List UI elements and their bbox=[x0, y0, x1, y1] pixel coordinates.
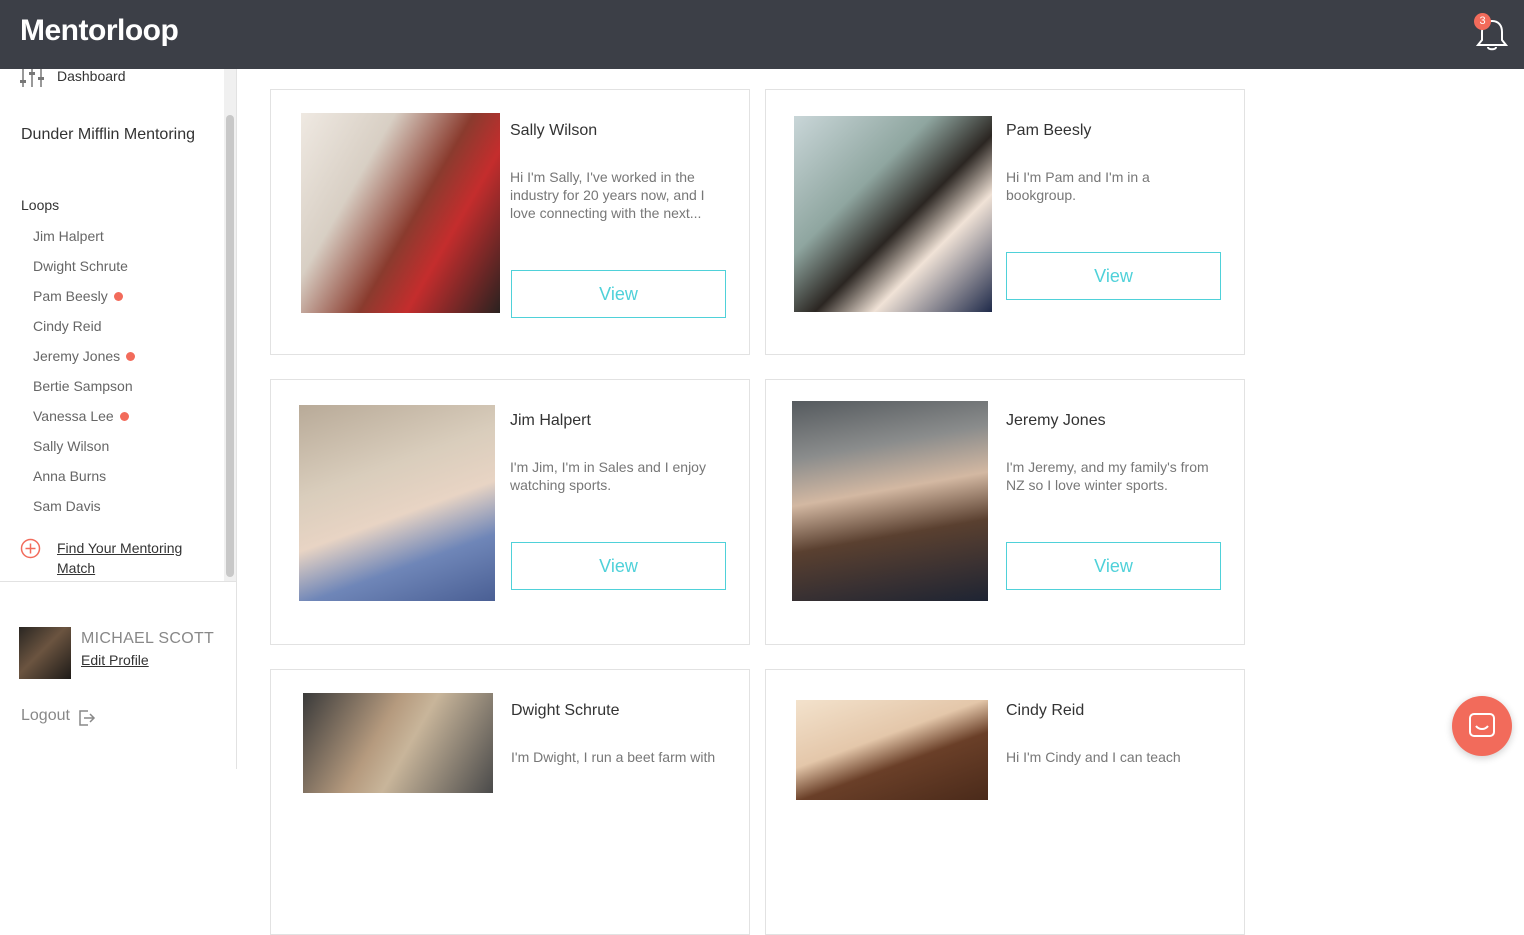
view-button[interactable]: View bbox=[1006, 252, 1221, 300]
card-name: Sally Wilson bbox=[510, 122, 598, 139]
sidebar: Dashboard Dunder Mifflin Mentoring Loops… bbox=[0, 68, 237, 769]
loop-label: Sam Davis bbox=[33, 498, 101, 514]
logout-button[interactable]: Logout bbox=[21, 707, 70, 725]
loop-label: Sally Wilson bbox=[33, 438, 110, 454]
logout-icon[interactable] bbox=[78, 709, 96, 727]
profile-card: Jim Halpert I'm Jim, I'm in Sales and I … bbox=[270, 379, 750, 645]
view-button[interactable]: View bbox=[1006, 542, 1221, 590]
sidebar-item-anna-burns[interactable]: Anna Burns bbox=[33, 461, 135, 491]
loop-label: Dwight Schrute bbox=[33, 258, 128, 274]
loop-label: Cindy Reid bbox=[33, 318, 102, 334]
avatar[interactable] bbox=[19, 627, 71, 679]
card-bio: I'm Jeremy, and my family's from NZ so I… bbox=[1006, 459, 1209, 493]
unread-dot bbox=[113, 291, 123, 301]
card-bio: Hi I'm Sally, I've worked in the industr… bbox=[510, 169, 705, 221]
sidebar-item-jeremy-jones[interactable]: Jeremy Jones bbox=[33, 341, 136, 371]
card-bio: I'm Dwight, I run a beet farm with bbox=[511, 749, 716, 765]
profile-photo bbox=[303, 693, 493, 793]
profile-photo bbox=[299, 405, 495, 601]
profile-card: Cindy Reid Hi I'm Cindy and I can teach bbox=[765, 669, 1245, 935]
profile-photo bbox=[792, 401, 988, 601]
sidebar-item-dwight-schrute[interactable]: Dwight Schrute bbox=[33, 251, 135, 281]
group-name[interactable]: Dunder Mifflin Mentoring bbox=[21, 123, 201, 147]
sidebar-item-bertie-sampson[interactable]: Bertie Sampson bbox=[33, 371, 135, 401]
loop-label: Bertie Sampson bbox=[33, 378, 133, 394]
sidebar-item-cindy-reid[interactable]: Cindy Reid bbox=[33, 311, 135, 341]
card-bio: Hi I'm Cindy and I can teach bbox=[1006, 749, 1181, 765]
sidebar-item-dashboard[interactable]: Dashboard bbox=[20, 68, 126, 89]
card-name: Pam Beesly bbox=[1006, 122, 1092, 139]
sidebar-item-jim-halpert[interactable]: Jim Halpert bbox=[33, 221, 135, 251]
loop-label: Jim Halpert bbox=[33, 228, 104, 244]
top-bar: Mentorloop 3 bbox=[0, 0, 1524, 69]
card-name: Cindy Reid bbox=[1006, 702, 1085, 719]
profile-card: Dwight Schrute I'm Dwight, I run a beet … bbox=[270, 669, 750, 935]
loop-label: Pam Beesly bbox=[33, 288, 108, 304]
card-name: Dwight Schrute bbox=[511, 702, 620, 719]
loop-label: Jeremy Jones bbox=[33, 348, 121, 364]
unread-dot bbox=[126, 351, 136, 361]
loop-label: Vanessa Lee bbox=[33, 408, 114, 424]
view-button[interactable]: View bbox=[511, 270, 726, 318]
loop-label: Anna Burns bbox=[33, 468, 107, 484]
sidebar-item-sam-davis[interactable]: Sam Davis bbox=[33, 491, 135, 521]
plus-circle-icon bbox=[20, 538, 41, 559]
card-name: Jim Halpert bbox=[510, 412, 591, 429]
sidebar-item-pam-beesly[interactable]: Pam Beesly bbox=[33, 281, 135, 311]
profile-card: Pam Beesly Hi I'm Pam and I'm in a bookg… bbox=[765, 89, 1245, 355]
chat-icon bbox=[1469, 713, 1495, 737]
view-button[interactable]: View bbox=[511, 542, 726, 590]
find-match-label: Find Your Mentoring Match bbox=[57, 540, 183, 576]
scrollbar-thumb[interactable] bbox=[226, 115, 234, 577]
profile-photo bbox=[796, 700, 988, 800]
profile-card: Jeremy Jones I'm Jeremy, and my family's… bbox=[765, 379, 1245, 645]
sliders-icon bbox=[20, 69, 44, 87]
loop-list: Jim Halpert Dwight Schrute Pam Beesly Ci… bbox=[33, 221, 136, 521]
card-bio: I'm Jim, I'm in Sales and I enjoy watchi… bbox=[510, 459, 706, 493]
profile-photo bbox=[301, 113, 500, 313]
chat-button[interactable] bbox=[1452, 696, 1512, 756]
logo[interactable]: Mentorloop bbox=[20, 14, 179, 48]
notification-badge: 3 bbox=[1474, 13, 1491, 30]
edit-profile-link[interactable]: Edit Profile bbox=[81, 652, 149, 668]
card-bio: Hi I'm Pam and I'm in a bookgroup. bbox=[1006, 169, 1150, 203]
profile-card: Sally Wilson Hi I'm Sally, I've worked i… bbox=[270, 89, 750, 355]
user-name: MICHAEL SCOTT bbox=[81, 630, 215, 647]
unread-dot bbox=[119, 411, 129, 421]
sidebar-item-vanessa-lee[interactable]: Vanessa Lee bbox=[33, 401, 135, 431]
loops-title: Loops bbox=[21, 197, 60, 213]
profile-photo bbox=[794, 116, 992, 312]
dashboard-label: Dashboard bbox=[57, 68, 126, 84]
card-name: Jeremy Jones bbox=[1006, 412, 1106, 429]
divider bbox=[0, 581, 237, 582]
sidebar-item-sally-wilson[interactable]: Sally Wilson bbox=[33, 431, 135, 461]
